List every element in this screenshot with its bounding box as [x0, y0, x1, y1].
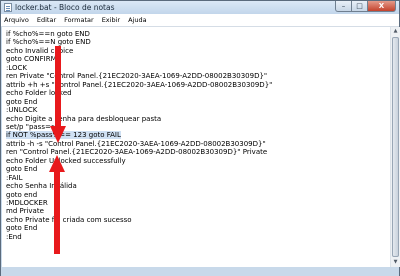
code-line: echo Folder Unlocked successfully: [6, 156, 126, 165]
menu-bar: Arquivo Editar Formatar Exibir Ajuda: [1, 14, 399, 27]
code-line: ren Private "Control Panel.{21EC2020-3AE…: [6, 72, 268, 81]
code-line: set/p "pass=>": [6, 122, 60, 131]
code-line: if %cho%==n goto END: [6, 30, 90, 38]
code-line: goto CONFIRM: [6, 55, 57, 64]
menu-ajuda[interactable]: Ajuda: [124, 14, 150, 26]
maximize-icon: □: [356, 1, 363, 10]
code-line: md Private: [6, 207, 44, 216]
scroll-thumb[interactable]: [392, 37, 399, 257]
code-line: :FAIL: [6, 173, 23, 182]
code-line: :LOCK: [6, 63, 27, 72]
text-editor-area[interactable]: if %cho%==n goto END if %cho%==N goto END…: [2, 27, 390, 267]
window-controls: – □ X: [335, 1, 396, 12]
notepad-icon: [4, 3, 12, 12]
notepad-window: locker.bat - Bloco de notas – □ X Arquiv…: [0, 0, 400, 276]
menu-editar[interactable]: Editar: [33, 14, 60, 26]
code-line: goto End: [6, 97, 38, 106]
code-line: goto end: [6, 190, 38, 199]
menu-arquivo[interactable]: Arquivo: [1, 14, 33, 26]
window-bottom-frame: [1, 267, 399, 276]
code-line: goto End: [6, 224, 38, 233]
code-line: echo Private foi criada com sucesso: [6, 215, 132, 224]
menu-formatar[interactable]: Formatar: [60, 14, 98, 26]
minimize-icon: –: [341, 1, 346, 10]
vertical-scrollbar[interactable]: ▲ ▼: [390, 27, 400, 267]
scroll-down-arrow-icon[interactable]: ▼: [391, 258, 400, 267]
code-line: if %cho%==N goto END: [6, 38, 91, 47]
code-line: :End: [6, 232, 22, 241]
code-line: :UNLOCK: [6, 106, 38, 115]
selected-code-line: if NOT %pass%== 123 goto FAIL: [6, 131, 121, 140]
code-line: echo Invalid choice: [6, 46, 74, 55]
maximize-button[interactable]: □: [352, 1, 368, 12]
menu-exibir[interactable]: Exibir: [98, 14, 124, 26]
code-line: ren "Control Panel.{21EC2020-3AEA-1069-A…: [6, 148, 268, 157]
minimize-button[interactable]: –: [335, 1, 352, 12]
code-line: :MDLOCKER: [6, 199, 48, 207]
code-line: echo Folder locked: [6, 89, 72, 98]
window-title: locker.bat - Bloco de notas: [15, 3, 115, 12]
code-line: attrib -h -s "Control Panel.{21EC2020-3A…: [6, 139, 266, 148]
scroll-up-arrow-icon[interactable]: ▲: [391, 27, 400, 36]
code-line: attrib +h +s "Control Panel.{21EC2020-3A…: [6, 80, 273, 89]
close-icon: X: [378, 1, 385, 10]
code-line: echo Digite a senha para desbloquear pas…: [6, 114, 162, 123]
title-bar[interactable]: locker.bat - Bloco de notas – □ X: [1, 1, 399, 14]
close-button[interactable]: X: [368, 1, 396, 12]
code-line: echo Senha Inválida: [6, 182, 77, 191]
code-line: goto End: [6, 165, 38, 174]
